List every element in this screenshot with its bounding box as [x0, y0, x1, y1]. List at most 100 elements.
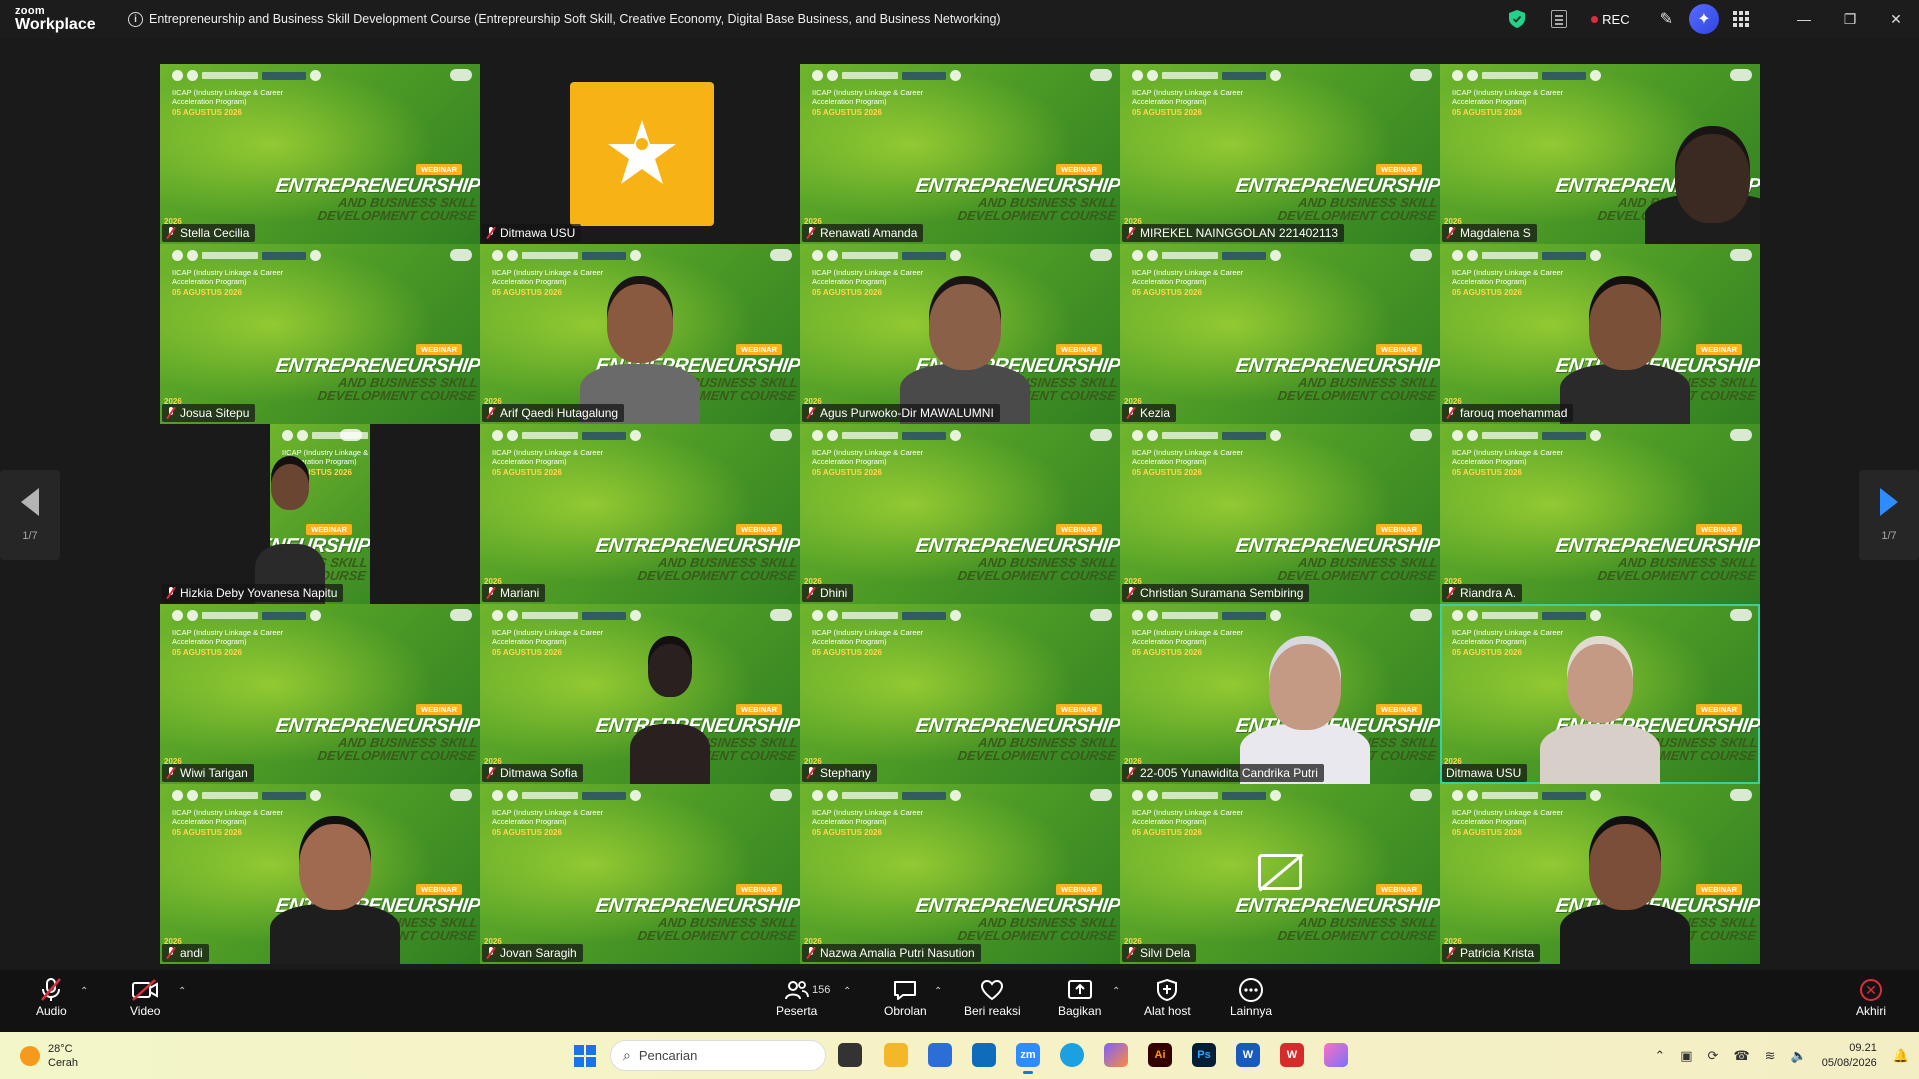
system-clock[interactable]: 09.21 05/08/2026: [1822, 1041, 1877, 1071]
host-tools-button[interactable]: Alat host: [1144, 976, 1191, 1018]
participants-button[interactable]: Peserta: [776, 976, 817, 1018]
tray-overflow-chevron-icon[interactable]: ⌃: [1654, 1048, 1665, 1064]
ai-companion-button[interactable]: ✦: [1689, 4, 1719, 34]
participant-tile[interactable]: IICAP (Industry Linkage & Career Acceler…: [1440, 604, 1760, 784]
mic-muted-icon: [166, 587, 176, 599]
slide-partner-logo: [770, 429, 792, 441]
slide-webinar-badge: WEBINAR: [736, 884, 782, 895]
audio-button[interactable]: Audio: [36, 976, 67, 1018]
participant-name-tag: Stephany: [802, 764, 877, 782]
zoom-app-icon[interactable]: zm: [1016, 1043, 1040, 1074]
participants-options-caret[interactable]: ⌃: [843, 986, 851, 997]
participant-tile[interactable]: IICAP (Industry Linkage & Career Acceler…: [1120, 604, 1440, 784]
tray-sync-icon[interactable]: ⟳: [1708, 1048, 1719, 1064]
participant-name-tag: Agus Purwoko-Dir MAWALUMNI: [802, 404, 1000, 422]
participant-tile[interactable]: IICAP (Industry Linkage & Career Acceler…: [160, 784, 480, 964]
tray-app-icon[interactable]: ▣: [1680, 1048, 1692, 1064]
apps-grid-icon[interactable]: [1733, 11, 1749, 27]
slide-date: 05 AGUSTUS 2026: [1132, 828, 1202, 837]
end-meeting-button[interactable]: ✕ Akhiri: [1856, 976, 1886, 1018]
taskbar-search[interactable]: ⌕ Pencarian: [610, 1040, 826, 1071]
file-explorer-icon[interactable]: [884, 1043, 908, 1067]
encryption-shield-icon[interactable]: [1509, 10, 1526, 28]
slide-heading: ENTREPRENEURSHIPAND BUSINESS SKILLDEVELO…: [274, 175, 480, 223]
recording-indicator[interactable]: REC: [1591, 12, 1630, 27]
more-button[interactable]: Lainnya: [1230, 976, 1272, 1018]
share-button[interactable]: Bagikan: [1058, 976, 1101, 1018]
participant-name-tag: Silvi Dela: [1122, 944, 1197, 962]
illustrator-icon[interactable]: Ai: [1148, 1043, 1172, 1067]
slide-date: 05 AGUSTUS 2026: [812, 648, 882, 657]
participant-tile[interactable]: IICAP (Industry Linkage & Career Acceler…: [480, 604, 800, 784]
next-page-button[interactable]: 1/7: [1859, 470, 1919, 560]
participant-tile[interactable]: IICAP (Industry Linkage & Career Acceler…: [160, 244, 480, 424]
participant-video: [1645, 134, 1760, 244]
participant-tile[interactable]: IICAP (Industry Linkage & Career Acceler…: [160, 424, 480, 604]
mic-muted-icon: [806, 227, 816, 239]
slide-partner-logo: [1090, 789, 1112, 801]
edge-icon[interactable]: [1060, 1043, 1084, 1067]
start-button[interactable]: [574, 1045, 596, 1067]
info-icon[interactable]: i: [128, 11, 143, 27]
participant-tile[interactable]: IICAP (Industry Linkage & Career Acceler…: [1440, 64, 1760, 244]
outlook-icon[interactable]: [972, 1043, 996, 1067]
participant-tile[interactable]: IICAP (Industry Linkage & Career Acceler…: [160, 604, 480, 784]
host-shield-icon: [1157, 978, 1178, 1002]
participant-tile[interactable]: IICAP (Industry Linkage & Career Acceler…: [1120, 784, 1440, 964]
participant-tile[interactable]: IICAP (Industry Linkage & Career Acceler…: [800, 604, 1120, 784]
participant-tile[interactable]: Ditmawa USU: [480, 64, 800, 244]
video-button[interactable]: Video: [130, 976, 160, 1018]
slide-date: 05 AGUSTUS 2026: [1132, 108, 1202, 117]
participant-tile[interactable]: IICAP (Industry Linkage & Career Acceler…: [160, 64, 480, 244]
participant-tile[interactable]: IICAP (Industry Linkage & Career Acceler…: [1440, 244, 1760, 424]
store-icon[interactable]: [928, 1043, 952, 1067]
slide-partner-logo: [450, 249, 472, 261]
previous-page-button[interactable]: 1/7: [0, 470, 60, 560]
weather-widget[interactable]: 28°C Cerah: [20, 1042, 78, 1071]
audio-options-caret[interactable]: ⌃: [80, 986, 88, 997]
notification-bell-icon[interactable]: 🔔: [1893, 1048, 1909, 1064]
participant-tile[interactable]: IICAP (Industry Linkage & Career Acceler…: [480, 424, 800, 604]
slide-date: 05 AGUSTUS 2026: [1132, 288, 1202, 297]
photoshop-icon[interactable]: Ps: [1192, 1043, 1216, 1067]
participant-tile[interactable]: IICAP (Industry Linkage & Career Acceler…: [1440, 424, 1760, 604]
end-label: Akhiri: [1856, 1004, 1887, 1018]
slide-partner-logo: [1730, 69, 1752, 81]
wifi-icon[interactable]: ≋: [1765, 1048, 1776, 1064]
video-options-caret[interactable]: ⌃: [178, 986, 186, 997]
task-view-icon[interactable]: [838, 1043, 862, 1067]
participant-tile[interactable]: IICAP (Industry Linkage & Career Acceler…: [800, 244, 1120, 424]
chat-options-caret[interactable]: ⌃: [934, 986, 942, 997]
annotate-pen-icon[interactable]: ✎: [1660, 9, 1673, 29]
participant-tile[interactable]: IICAP (Industry Linkage & Career Acceler…: [1120, 64, 1440, 244]
slide-webinar-badge: WEBINAR: [736, 344, 782, 355]
close-button[interactable]: ✕: [1873, 0, 1919, 38]
copilot-icon[interactable]: [1104, 1043, 1128, 1067]
participant-tile[interactable]: IICAP (Industry Linkage & Career Acceler…: [480, 244, 800, 424]
arc-icon[interactable]: [1324, 1043, 1348, 1067]
slide-partner-logo: [1410, 69, 1432, 81]
minimize-button[interactable]: —: [1781, 0, 1827, 38]
restore-button[interactable]: ❐: [1827, 0, 1873, 38]
participant-tile[interactable]: IICAP (Industry Linkage & Career Acceler…: [1440, 784, 1760, 964]
ditmawa-usu-logo-icon: [570, 82, 714, 226]
wps-icon[interactable]: W: [1280, 1043, 1304, 1067]
volume-icon[interactable]: 🔈: [1791, 1048, 1807, 1064]
participant-tile[interactable]: IICAP (Industry Linkage & Career Acceler…: [800, 424, 1120, 604]
slide-webinar-badge: WEBINAR: [1056, 884, 1102, 895]
participant-tile[interactable]: IICAP (Industry Linkage & Career Acceler…: [800, 64, 1120, 244]
share-options-caret[interactable]: ⌃: [1112, 986, 1120, 997]
participant-tile[interactable]: IICAP (Industry Linkage & Career Acceler…: [480, 784, 800, 964]
reactions-button[interactable]: Beri reaksi: [964, 976, 1021, 1018]
participant-tile[interactable]: IICAP (Industry Linkage & Career Acceler…: [1120, 424, 1440, 604]
slide-webinar-badge: WEBINAR: [1376, 164, 1422, 175]
participant-tile[interactable]: IICAP (Industry Linkage & Career Acceler…: [1120, 244, 1440, 424]
participant-tile[interactable]: IICAP (Industry Linkage & Career Acceler…: [800, 784, 1120, 964]
participant-name-tag: Dhini: [802, 584, 854, 602]
windows-taskbar: 28°C Cerah ⌕ Pencarian zm Ai Ps W W ⌃ ▣ …: [0, 1032, 1919, 1079]
word-icon[interactable]: W: [1236, 1043, 1260, 1067]
notes-icon[interactable]: [1551, 10, 1568, 28]
tray-meet-icon[interactable]: ☎: [1733, 1048, 1749, 1064]
share-screen-icon: [1067, 980, 1092, 999]
chat-button[interactable]: Obrolan: [884, 976, 927, 1018]
